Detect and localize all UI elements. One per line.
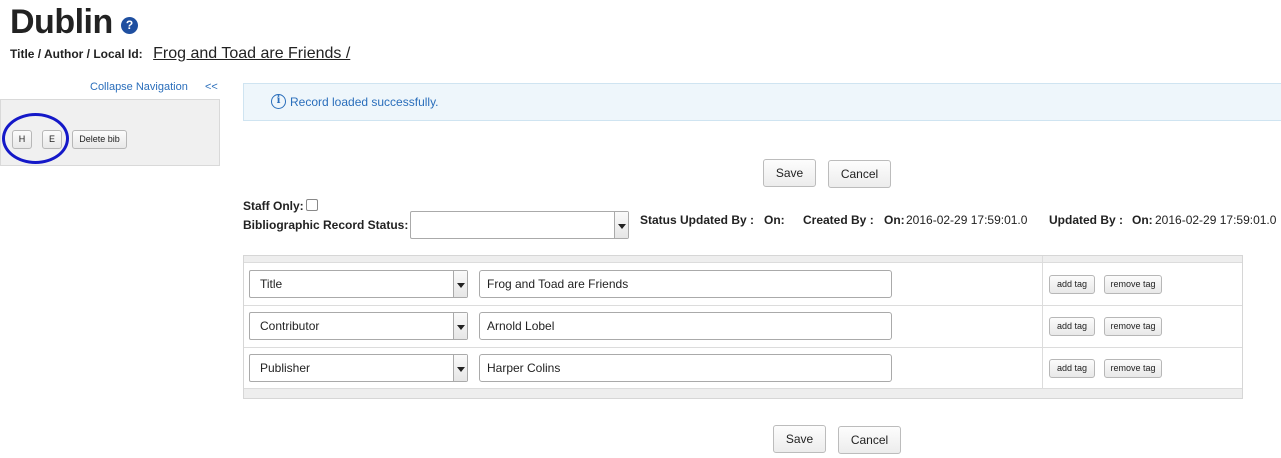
cancel-button-top[interactable]: Cancel: [828, 160, 891, 188]
tag-value-input[interactable]: Arnold Lobel: [479, 312, 892, 340]
remove-tag-button[interactable]: remove tag: [1104, 317, 1162, 336]
status-updated-by-label: Status Updated By :: [640, 213, 755, 227]
tag-field-value: Title: [260, 277, 283, 291]
save-button-top[interactable]: Save: [763, 159, 816, 187]
status-on-label: On:: [764, 213, 785, 227]
cancel-button-bottom[interactable]: Cancel: [838, 426, 901, 454]
staff-only-checkbox[interactable]: [306, 199, 318, 211]
tag-table: Title Frog and Toad are Friends add tag …: [243, 255, 1243, 399]
table-row: Publisher Harper Colins add tag remove t…: [244, 348, 1242, 390]
remove-tag-button[interactable]: remove tag: [1104, 275, 1162, 294]
add-tag-button[interactable]: add tag: [1049, 317, 1095, 336]
collapse-arrows-icon[interactable]: <<: [205, 80, 218, 94]
staff-only-label: Staff Only:: [243, 199, 304, 213]
table-header-bar: [244, 256, 1242, 263]
highlight-circle: [2, 113, 69, 164]
chevron-down-icon: [614, 212, 628, 238]
updated-on-label: On:: [1132, 213, 1153, 227]
tag-value-input[interactable]: Harper Colins: [479, 354, 892, 382]
page-title: Dublin: [10, 3, 113, 41]
tag-field-select[interactable]: Publisher: [249, 354, 468, 382]
bib-status-select[interactable]: [410, 211, 629, 239]
chevron-down-icon: [453, 355, 467, 381]
remove-tag-button[interactable]: remove tag: [1104, 359, 1162, 378]
tag-value-input[interactable]: Frog and Toad are Friends: [479, 270, 892, 298]
chevron-down-icon: [453, 271, 467, 297]
save-button-bottom[interactable]: Save: [773, 425, 826, 453]
bib-status-label: Bibliographic Record Status:: [243, 218, 409, 232]
created-on-label: On:: [884, 213, 905, 227]
help-icon[interactable]: ?: [121, 17, 138, 34]
table-footer-bar: [244, 388, 1242, 398]
info-icon: i: [271, 94, 286, 109]
add-tag-button[interactable]: add tag: [1049, 359, 1095, 378]
add-tag-button[interactable]: add tag: [1049, 275, 1095, 294]
identifier-value: Frog and Toad are Friends /: [153, 45, 351, 62]
tag-field-value: Contributor: [260, 319, 320, 333]
identifier-label: Title / Author / Local Id:: [10, 47, 143, 61]
success-alert: i Record loaded successfully.: [243, 83, 1281, 121]
tag-field-select[interactable]: Title: [249, 270, 468, 298]
created-by-label: Created By :: [803, 213, 874, 227]
table-row: Title Frog and Toad are Friends add tag …: [244, 264, 1242, 306]
updated-by-label: Updated By :: [1049, 213, 1124, 227]
collapse-navigation-link[interactable]: Collapse Navigation: [90, 80, 188, 94]
record-identifier: Title / Author / Local Id: Frog and Toad…: [10, 44, 350, 64]
delete-bib-button[interactable]: Delete bib: [72, 130, 127, 149]
alert-message: Record loaded successfully.: [290, 95, 439, 109]
tag-field-value: Publisher: [260, 361, 311, 375]
table-row: Contributor Arnold Lobel add tag remove …: [244, 306, 1242, 348]
chevron-down-icon: [453, 313, 467, 339]
created-on-value: 2016-02-29 17:59:01.0: [906, 213, 1028, 227]
updated-on-value: 2016-02-29 17:59:01.0: [1155, 213, 1277, 227]
tag-field-select[interactable]: Contributor: [249, 312, 468, 340]
